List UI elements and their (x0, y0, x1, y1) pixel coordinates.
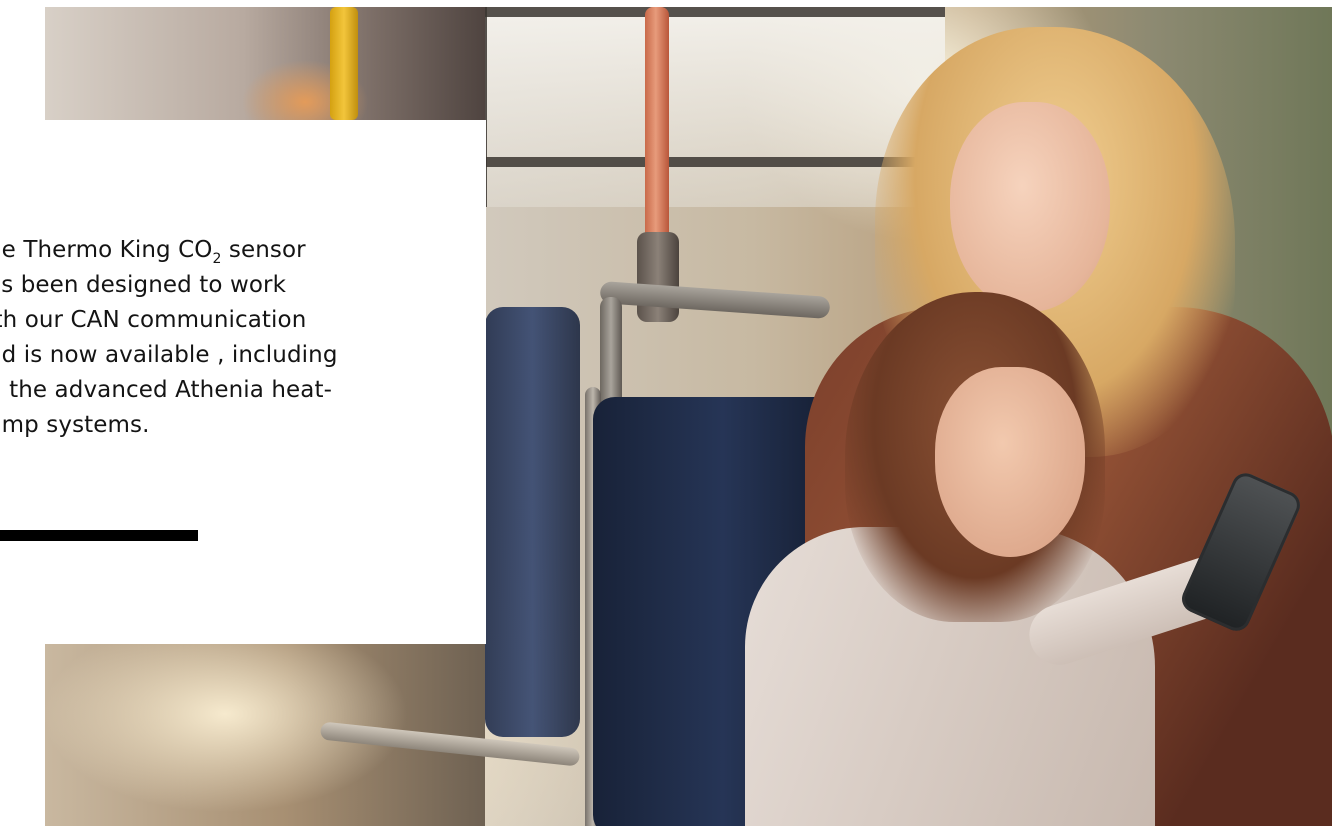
body-text-line-3: ith our CAN communication (0, 307, 307, 333)
woman-face (950, 102, 1110, 312)
body-text-line-6: ump systems. (0, 412, 150, 438)
body-text-line-4: nd is now available , including (0, 342, 338, 368)
bus-strap (330, 7, 358, 120)
body-text-line-1-part-2: sensor (221, 237, 306, 263)
co2-subscript: 2 (212, 251, 222, 267)
body-text-line-5: n the advanced Athenia heat- (0, 377, 333, 403)
bus-interior-top-left (45, 7, 485, 120)
text-card: he Thermo King CO2 sensor as been design… (0, 120, 486, 644)
seat-rail (599, 281, 831, 319)
window-frame-top (475, 7, 945, 17)
body-text: he Thermo King CO2 sensor as been design… (0, 233, 457, 443)
body-text-line-1-part-1: he Thermo King CO (0, 237, 213, 263)
bus-pole (645, 7, 669, 257)
body-text-line-2: as been designed to work (0, 272, 286, 298)
window-frame-middle (475, 157, 945, 167)
body-text-line-1: he Thermo King CO2 sensor (0, 233, 457, 268)
accent-bar (0, 530, 198, 541)
bus-seat-left (485, 307, 580, 737)
bus-pole-clamp (637, 232, 679, 322)
page: he Thermo King CO2 sensor as been design… (0, 0, 1340, 826)
girl-face (935, 367, 1085, 557)
bus-window (475, 7, 945, 207)
